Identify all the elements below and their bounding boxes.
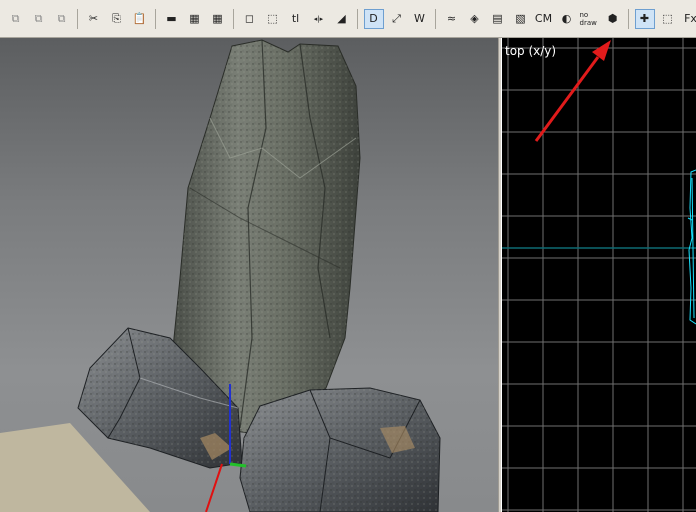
top-grid — [502, 38, 696, 512]
toolbar-separator — [155, 8, 156, 29]
copy-icon[interactable]: ⎘ — [107, 9, 127, 29]
viewport-label: top (x/y) — [505, 44, 557, 58]
toolbar-separator — [77, 8, 78, 29]
deselect-icon[interactable]: ▦ — [208, 9, 228, 29]
toolbar-separator — [628, 8, 629, 29]
scene-render — [0, 39, 441, 512]
paste-icon[interactable]: 📋 — [130, 9, 150, 29]
right-boulder — [239, 387, 441, 512]
top-viewport[interactable]: top (x/y) — [502, 38, 696, 512]
cut-icon[interactable]: ✂ — [84, 9, 104, 29]
clipper-icon[interactable]: ◻ — [240, 9, 260, 29]
nodraw-icon[interactable]: no draw — [580, 9, 600, 29]
rotate-icon[interactable]: ◢ — [332, 9, 352, 29]
csg-merge-icon[interactable]: ⤢ — [387, 9, 407, 29]
flip-icon[interactable]: ◂|▸ — [309, 9, 329, 29]
cm-toggle-icon[interactable]: CM — [534, 9, 554, 29]
snap-icon[interactable]: ✚ — [634, 8, 655, 29]
wireframe-icon[interactable]: ▤ — [488, 9, 508, 29]
entity-icon[interactable]: ⬢ — [603, 9, 623, 29]
region-select-icon[interactable]: ⬚ — [263, 9, 283, 29]
merge-icon[interactable]: ⧉ — [52, 9, 72, 29]
x-axis-gizmo — [205, 463, 223, 512]
toolbar-separator — [233, 8, 234, 29]
grid-icon[interactable]: ⬚ — [658, 9, 678, 29]
texture-lock-icon[interactable]: tl — [286, 9, 306, 29]
toolbar-separator — [357, 8, 358, 29]
hollow-icon[interactable]: ⧉ — [29, 9, 49, 29]
curve-icon[interactable]: ≈ — [442, 9, 462, 29]
y-axis-gizmo — [229, 462, 247, 468]
selected-brush-outline[interactable] — [687, 169, 696, 325]
main-toolbar: ⧉ ⧉ ⧉ ✂ ⎘ 📋 ▬ ▦ ▦ ◻ ⬚ tl ◂|▸ ◢ D ⤢ W ≈ ◈ ▤ ▧ CM ◐ no draw ⬢ ✚ ⬚ Fx — [0, 0, 696, 38]
fx-icon[interactable]: Fx — [681, 9, 696, 29]
carve-icon[interactable]: ⧉ — [6, 9, 26, 29]
group-icon[interactable]: ▬ — [162, 9, 182, 29]
lighting-icon[interactable]: ◐ — [557, 9, 577, 29]
csg-hollow-icon[interactable]: W — [410, 9, 430, 29]
perspective-viewport[interactable] — [0, 38, 498, 512]
toolbar-separator — [435, 8, 436, 29]
cubes-icon[interactable]: ▧ — [511, 9, 531, 29]
csg-subtract-icon[interactable]: D — [363, 8, 384, 29]
select-all-icon[interactable]: ▦ — [185, 9, 205, 29]
camera-icon[interactable]: ◈ — [465, 9, 485, 29]
